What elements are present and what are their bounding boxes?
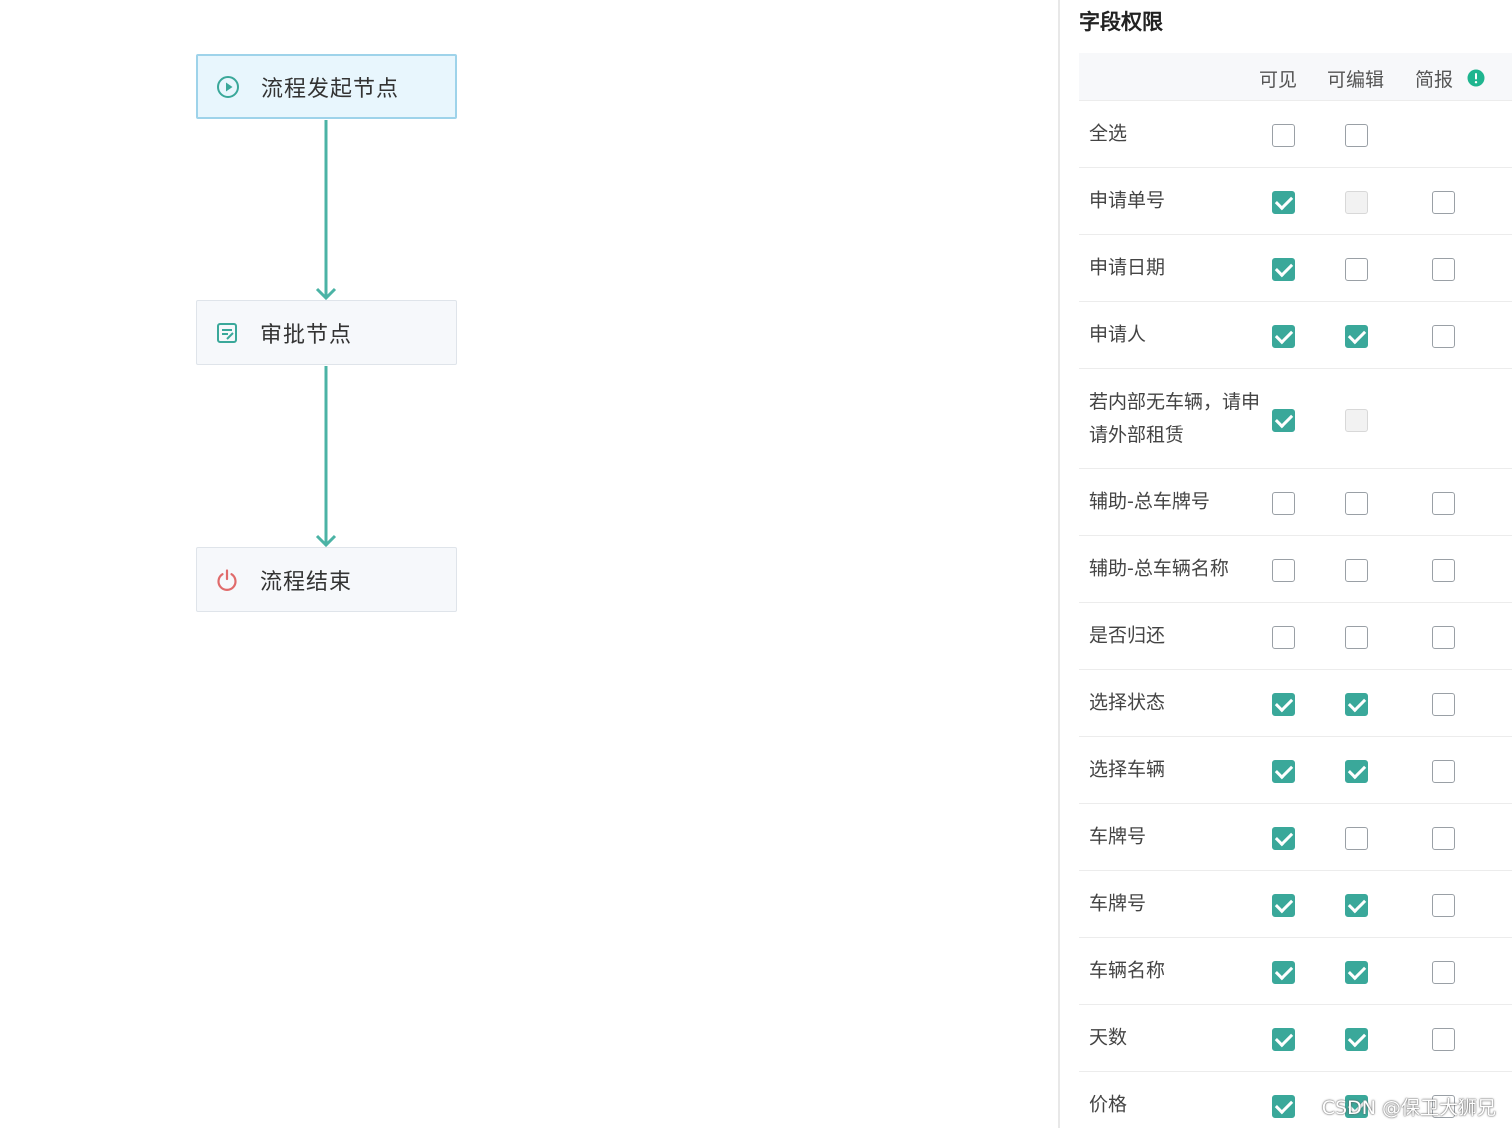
field-permission-panel: 字段权限 可见 可编辑 简报 全选申请单号申请日期申请人若内部无车辆，请申请外部…	[1058, 0, 1512, 1128]
flow-node-approval[interactable]: 审批节点	[196, 300, 457, 365]
table-row: 车辆名称	[1079, 938, 1512, 1005]
visible-checkbox[interactable]	[1272, 961, 1295, 984]
brief-checkbox[interactable]	[1432, 827, 1455, 850]
field-name: 辅助-总车牌号	[1089, 490, 1210, 513]
editable-checkbox[interactable]	[1345, 492, 1368, 515]
brief-checkbox[interactable]	[1432, 626, 1455, 649]
table-row: 全选	[1079, 101, 1512, 168]
brief-checkbox[interactable]	[1432, 1028, 1455, 1051]
brief-checkbox[interactable]	[1432, 325, 1455, 348]
field-name: 价格	[1089, 1093, 1128, 1116]
editable-checkbox[interactable]	[1345, 961, 1368, 984]
play-circle-icon	[215, 74, 241, 100]
editable-checkbox[interactable]	[1345, 325, 1368, 348]
table-row: 选择状态	[1079, 670, 1512, 737]
brief-checkbox[interactable]	[1432, 894, 1455, 917]
power-icon	[214, 567, 240, 593]
visible-checkbox[interactable]	[1272, 408, 1295, 432]
flow-node-label: 流程结束	[260, 569, 353, 595]
table-row: 申请人	[1079, 302, 1512, 369]
brief-checkbox[interactable]	[1432, 760, 1455, 783]
editable-checkbox[interactable]	[1345, 1028, 1368, 1051]
flow-connector-arrow	[315, 120, 337, 301]
field-name: 申请单号	[1089, 189, 1166, 212]
visible-checkbox[interactable]	[1272, 559, 1295, 582]
brief-checkbox[interactable]	[1432, 492, 1455, 515]
editable-checkbox[interactable]	[1345, 124, 1368, 147]
visible-checkbox[interactable]	[1272, 1095, 1295, 1118]
editable-checkbox	[1345, 408, 1368, 432]
visible-checkbox[interactable]	[1272, 258, 1295, 281]
field-name: 全选	[1089, 122, 1128, 145]
table-row: 车牌号	[1079, 804, 1512, 871]
table-body: 全选申请单号申请日期申请人若内部无车辆，请申请外部租赁辅助-总车牌号 辅助-总车辆…	[1079, 101, 1512, 1128]
field-name: 选择状态	[1089, 691, 1166, 714]
brief-checkbox[interactable]	[1432, 961, 1455, 984]
table-row: 申请单号	[1079, 168, 1512, 235]
editable-checkbox[interactable]	[1345, 559, 1368, 582]
column-header-brief: 简报	[1415, 69, 1454, 91]
brief-checkbox[interactable]	[1432, 693, 1455, 716]
visible-checkbox[interactable]	[1272, 1028, 1295, 1051]
field-name: 车牌号	[1089, 892, 1147, 915]
flow-connector-arrow	[315, 366, 337, 548]
info-icon[interactable]	[1467, 69, 1485, 92]
field-name: 是否归还	[1089, 624, 1166, 647]
flow-canvas: 流程发起节点 审批节点 流程结束	[0, 0, 1058, 1128]
flow-node-end[interactable]: 流程结束	[196, 547, 457, 612]
flow-node-label: 流程发起节点	[261, 76, 400, 102]
editable-checkbox[interactable]	[1345, 894, 1368, 917]
visible-checkbox[interactable]	[1272, 894, 1295, 917]
field-name: 天数	[1089, 1026, 1128, 1049]
editable-checkbox[interactable]	[1345, 760, 1368, 783]
brief-checkbox[interactable]	[1432, 559, 1455, 582]
editable-checkbox	[1345, 191, 1368, 214]
approval-form-icon	[214, 320, 240, 346]
table-row: 是否归还	[1079, 603, 1512, 670]
visible-checkbox[interactable]	[1272, 124, 1295, 147]
editable-checkbox[interactable]	[1345, 626, 1368, 649]
table-row: 申请日期	[1079, 235, 1512, 302]
field-name: 辅助-总车辆名称	[1089, 557, 1229, 580]
visible-checkbox[interactable]	[1272, 827, 1295, 850]
editable-checkbox[interactable]	[1345, 258, 1368, 281]
visible-checkbox[interactable]	[1272, 492, 1295, 515]
table-row: 辅助-总车牌号	[1079, 469, 1512, 536]
field-name: 申请日期	[1089, 256, 1166, 279]
visible-checkbox[interactable]	[1272, 626, 1295, 649]
visible-checkbox[interactable]	[1272, 693, 1295, 716]
table-row: 辅助-总车辆名称	[1079, 536, 1512, 603]
table-row: 天数	[1079, 1005, 1512, 1072]
table-header: 可见 可编辑 简报	[1079, 53, 1512, 101]
table-row: 车牌号	[1079, 871, 1512, 938]
column-header-visible: 可见	[1259, 69, 1298, 91]
field-name: 申请人	[1089, 323, 1147, 346]
flow-node-label: 审批节点	[260, 322, 353, 348]
editable-checkbox[interactable]	[1345, 827, 1368, 850]
field-name: 车牌号	[1089, 825, 1147, 848]
flow-node-start[interactable]: 流程发起节点	[196, 54, 457, 119]
watermark: CSDN @保卫大狮兄	[1321, 1097, 1496, 1119]
visible-checkbox[interactable]	[1272, 325, 1295, 348]
field-name: 车辆名称	[1089, 959, 1166, 982]
brief-checkbox[interactable]	[1432, 191, 1455, 214]
field-name: 选择车辆	[1089, 758, 1166, 781]
table-row: 选择车辆	[1079, 737, 1512, 804]
panel-title: 字段权限	[1079, 10, 1163, 34]
field-name: 若内部无车辆，请申请外部租赁	[1089, 390, 1261, 446]
visible-checkbox[interactable]	[1272, 191, 1295, 214]
table-row: 若内部无车辆，请申请外部租赁	[1079, 369, 1512, 469]
visible-checkbox[interactable]	[1272, 760, 1295, 783]
brief-checkbox[interactable]	[1432, 258, 1455, 281]
editable-checkbox[interactable]	[1345, 693, 1368, 716]
permission-table: 可见 可编辑 简报 全选申请单号申请日期申请人若内部无车辆，请申请外部租赁辅助-…	[1079, 53, 1512, 1128]
column-header-editable: 可编辑	[1327, 69, 1385, 91]
